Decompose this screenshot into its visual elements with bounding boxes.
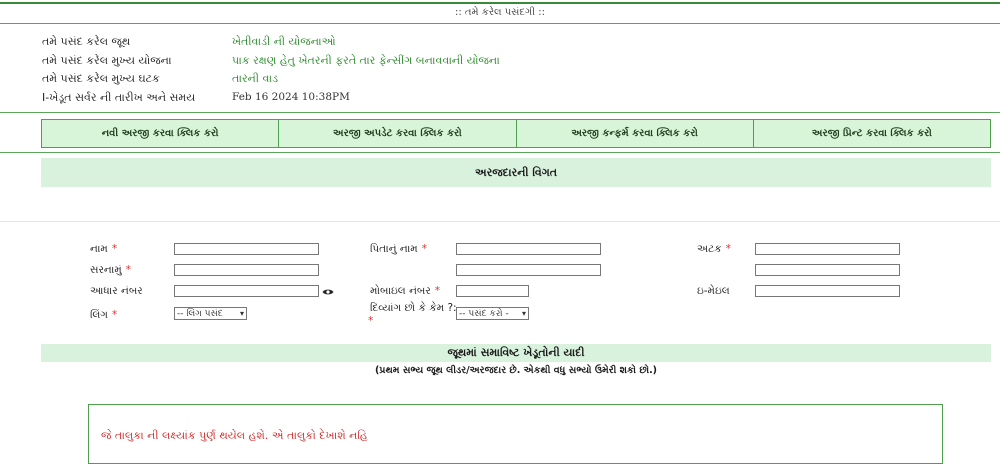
email-input[interactable]	[755, 285, 900, 297]
surname-input[interactable]	[755, 243, 900, 255]
aadhaar-input[interactable]	[174, 285, 319, 297]
applicant-details-heading: અરજદારની વિગત	[41, 158, 991, 187]
update-application-button[interactable]: અરજી અપડેટ કરવા ક્લિક કરો	[279, 120, 517, 147]
father-name-input[interactable]	[456, 243, 601, 255]
chevron-down-icon: ▾	[239, 309, 244, 318]
selection-label: તમે પસંદ કરેલ મુખ્ય ઘટક	[42, 72, 160, 85]
disabled-label: દિવ્યાંગ છો કે કેમ ?:	[370, 302, 457, 314]
address-label: સરનામું *	[90, 264, 131, 276]
new-application-button[interactable]: નવી અરજી કરવા ક્લિક કરો	[42, 120, 280, 147]
selection-label: તમે પસંદ કરેલ જૂથ	[42, 35, 131, 48]
disabled-select[interactable]: -- પસંદ કરો - ▾	[456, 307, 529, 320]
selection-value: પાક રક્ષણ હેતુ ખેતરની ફરતે તાર ફેન્સીંગ …	[232, 53, 500, 67]
show-aadhaar-eye-icon[interactable]	[322, 288, 334, 296]
top-border	[0, 2, 1000, 4]
server-datetime: Feb 16 2024 10:38PM	[232, 90, 350, 103]
print-application-button[interactable]: અરજી પ્રિન્ટ કરવા ક્લિક કરો	[753, 120, 990, 147]
gender-select[interactable]: -- લિંગ પસંદ ▾	[174, 307, 247, 320]
email-label: ઇ-મેઇલ	[697, 285, 730, 297]
name-input[interactable]	[174, 243, 319, 255]
notice-box: જે તાલુકા ની લક્ષ્યાંક પુર્ણ થયેલ હશે. એ…	[88, 404, 943, 464]
surname-label: અટક *	[697, 243, 731, 255]
summary-divider	[0, 112, 1000, 113]
address-input[interactable]	[174, 264, 319, 276]
gender-label: લિંગ *	[90, 309, 118, 321]
action-bar: નવી અરજી કરવા ક્લિક કરો અરજી અપડેટ કરવા …	[41, 119, 991, 148]
selection-value: ખેતીવાડી ની યોજનાઓ	[232, 35, 336, 48]
selection-title: :: તમે કરેલ પસંદગી ::	[454, 7, 545, 18]
mobile-input[interactable]	[456, 285, 529, 297]
disabled-required-mark: *	[368, 315, 374, 327]
father-name-label: પિતાનું નામ *	[370, 243, 427, 255]
selection-label: I-ખેડૂત સર્વર ની તારીખ અને સમય	[42, 90, 196, 104]
actions-divider	[0, 152, 1000, 153]
confirm-application-button[interactable]: અરજી કન્ફર્મ કરવા ક્લિક કરો	[516, 120, 754, 147]
chevron-down-icon: ▾	[521, 309, 526, 318]
name-label: નામ *	[90, 243, 118, 255]
aadhaar-label: આધાર નંબર	[90, 285, 143, 297]
address-input-3[interactable]	[755, 264, 900, 276]
form-divider	[0, 221, 1000, 222]
group-farmers-subheading: (પ્રથમ સભ્ય જૂથ લીડર/અરજદાર છે. એકથી વધુ…	[374, 365, 658, 376]
mobile-label: મોબાઇલ નંબર *	[370, 285, 441, 297]
address-input-2[interactable]	[456, 264, 601, 276]
title-divider	[0, 23, 1000, 24]
group-farmers-heading: જૂથમાં સમાવિષ્ટ ખેડૂતોની યાદી	[41, 344, 991, 362]
selection-label: તમે પસંદ કરેલ મુખ્ય યોજના	[42, 53, 172, 67]
taluka-notice: જે તાલુકા ની લક્ષ્યાંક પુર્ણ થયેલ હશે. એ…	[101, 429, 368, 442]
selection-value: તારની વાડ	[232, 72, 279, 85]
